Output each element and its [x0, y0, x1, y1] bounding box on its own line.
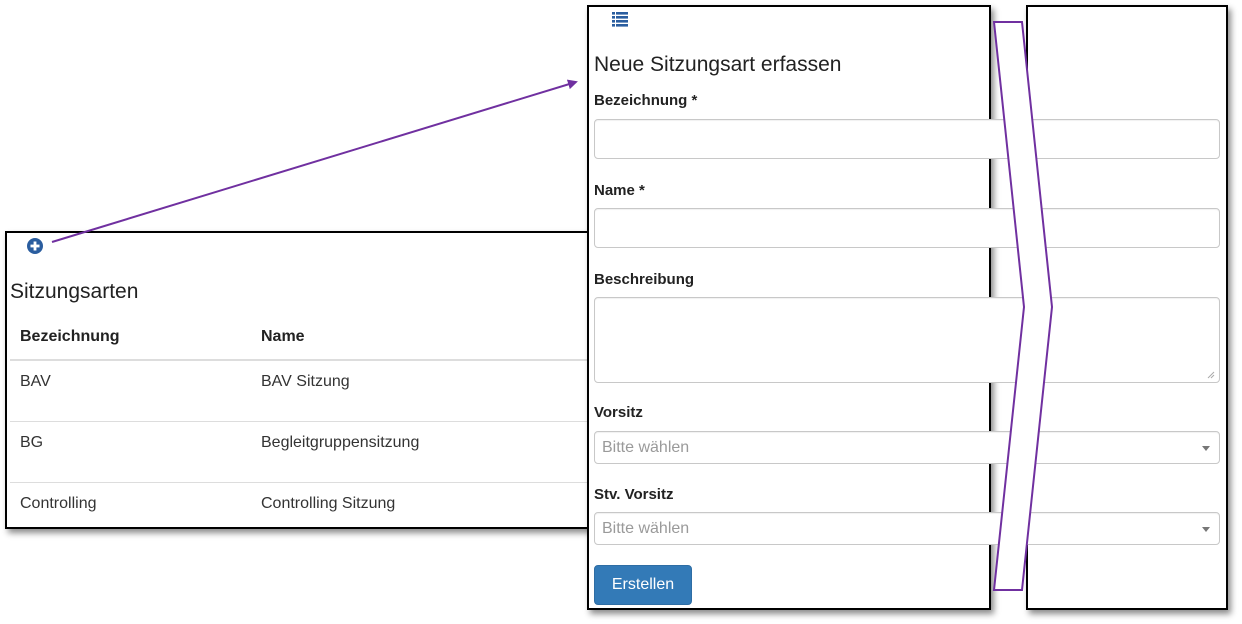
stv-vorsitz-select[interactable]: Bitte wählen: [594, 512, 1220, 545]
beschreibung-label: Beschreibung: [594, 271, 695, 288]
cell-bezeichnung: BAV: [20, 373, 51, 390]
column-header-bezeichnung: Bezeichnung: [20, 328, 120, 345]
chevron-down-icon: [1202, 527, 1210, 532]
page-title: Sitzungsarten: [10, 280, 139, 303]
beschreibung-textarea[interactable]: [594, 297, 1220, 383]
bezeichnung-label: Bezeichnung *: [594, 92, 698, 109]
cell-name: BAV Sitzung: [261, 373, 350, 390]
cell-name: Controlling Sitzung: [261, 495, 396, 512]
name-label: Name *: [594, 182, 645, 199]
vorsitz-placeholder: Bitte wählen: [602, 439, 690, 456]
cell-name: Begleitgruppensitzung: [261, 434, 420, 451]
table-row[interactable]: BAV BAV Sitzung: [10, 361, 615, 422]
table-row[interactable]: BG Begleitgruppensitzung: [10, 422, 615, 483]
vorsitz-select[interactable]: Bitte wählen: [594, 431, 1220, 464]
new-sitzungsart-form: Neue Sitzungsart erfassen Bezeichnung * …: [587, 5, 1220, 610]
table-row[interactable]: Controlling Controlling Sitzung: [10, 483, 615, 527]
form-title: Neue Sitzungsart erfassen: [594, 53, 842, 76]
cell-bezeichnung: BG: [20, 434, 44, 451]
list-icon[interactable]: [612, 11, 628, 27]
plus-circle-icon[interactable]: [26, 237, 44, 255]
vorsitz-label: Vorsitz: [594, 404, 643, 421]
chevron-down-icon: [1202, 446, 1210, 451]
name-input[interactable]: [594, 208, 1220, 248]
stv-vorsitz-placeholder: Bitte wählen: [602, 520, 690, 537]
table-header: Bezeichnung Name: [10, 323, 615, 361]
erstellen-button[interactable]: Erstellen: [594, 565, 692, 605]
resize-grip-icon[interactable]: [1207, 371, 1215, 379]
stv-vorsitz-label: Stv. Vorsitz: [594, 486, 674, 503]
bezeichnung-input[interactable]: [594, 119, 1220, 159]
sitzungsarten-panel: Sitzungsarten Bezeichnung Name BAV BAV S…: [5, 231, 617, 529]
annotation-arrow: [51, 79, 578, 243]
column-header-name: Name: [261, 328, 305, 345]
cell-bezeichnung: Controlling: [20, 495, 97, 512]
